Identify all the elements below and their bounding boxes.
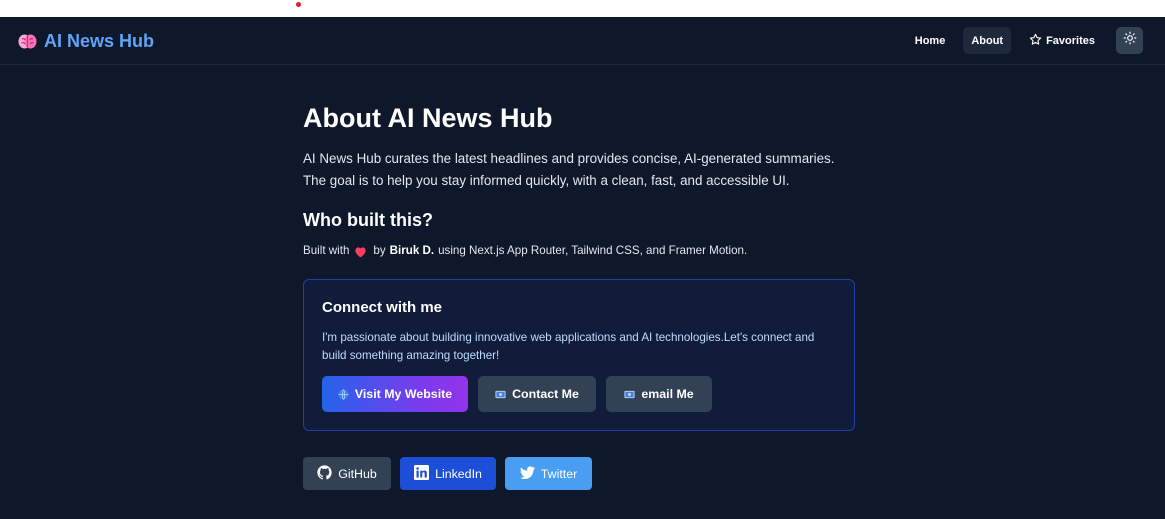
social-links: GitHub LinkedIn Twitter bbox=[303, 457, 592, 490]
intro-line-2: The goal is to help you stay informed qu… bbox=[303, 173, 790, 188]
email-me-button[interactable]: email Me bbox=[606, 376, 712, 412]
nav-favorites-link[interactable]: Favorites bbox=[1021, 27, 1103, 54]
built-with-text: Built with by Biruk D. using Next.js App… bbox=[303, 241, 863, 261]
linkedin-icon bbox=[414, 464, 430, 483]
twitter-icon bbox=[519, 465, 535, 482]
connect-buttons: Visit My Website Contact Me email Me bbox=[322, 376, 712, 412]
navbar: AI News Hub Home About Favorites bbox=[0, 17, 1165, 65]
visit-website-button[interactable]: Visit My Website bbox=[322, 376, 468, 412]
about-content: About AI News Hub AI News Hub curates th… bbox=[303, 101, 863, 431]
brain-icon bbox=[18, 33, 37, 50]
sun-icon bbox=[1123, 31, 1137, 50]
nav-favorites-label: Favorites bbox=[1046, 34, 1095, 47]
nav-links: Home About Favorites bbox=[907, 27, 1143, 54]
page-title: About AI News Hub bbox=[303, 103, 553, 133]
notification-dot bbox=[296, 2, 301, 7]
intro-text: AI News Hub curates the latest headlines… bbox=[303, 148, 863, 192]
brand-logo-link[interactable]: AI News Hub bbox=[18, 30, 154, 52]
globe-icon bbox=[338, 388, 349, 400]
brand-title: AI News Hub bbox=[44, 31, 155, 51]
built-by: by bbox=[373, 244, 386, 257]
linkedin-button[interactable]: LinkedIn bbox=[400, 457, 496, 490]
author-name: Biruk D. bbox=[389, 244, 435, 257]
contact-card-icon bbox=[495, 389, 506, 400]
contact-me-button[interactable]: Contact Me bbox=[478, 376, 596, 412]
built-suffix: using Next.js App Router, Tailwind CSS, … bbox=[438, 244, 748, 257]
contact-me-label: Contact Me bbox=[512, 387, 579, 401]
github-icon bbox=[317, 464, 332, 483]
github-label: GitHub bbox=[338, 466, 377, 481]
app-root: AI News Hub Home About Favorites About A… bbox=[0, 17, 1165, 519]
email-icon bbox=[624, 389, 635, 400]
who-built-heading: Who built this? bbox=[303, 210, 433, 230]
github-button[interactable]: GitHub bbox=[303, 457, 391, 490]
theme-toggle-button[interactable] bbox=[1116, 27, 1143, 54]
twitter-label: Twitter bbox=[540, 466, 578, 481]
twitter-button[interactable]: Twitter bbox=[505, 457, 592, 490]
connect-card: Connect with me I'm passionate about bui… bbox=[303, 279, 855, 431]
connect-description: I'm passionate about building innovative… bbox=[322, 331, 815, 362]
heart-icon bbox=[354, 245, 367, 258]
visit-website-label: Visit My Website bbox=[354, 387, 453, 401]
nav-about-link[interactable]: About bbox=[963, 27, 1012, 54]
browser-top-strip bbox=[0, 0, 1165, 17]
nav-home-link[interactable]: Home bbox=[907, 27, 954, 54]
connect-title: Connect with me bbox=[322, 299, 443, 316]
built-prefix: Built with bbox=[303, 244, 350, 257]
star-icon bbox=[1029, 33, 1042, 49]
linkedin-label: LinkedIn bbox=[435, 466, 482, 481]
email-me-label: email Me bbox=[641, 387, 694, 401]
intro-line-1: AI News Hub curates the latest headlines… bbox=[303, 151, 835, 166]
